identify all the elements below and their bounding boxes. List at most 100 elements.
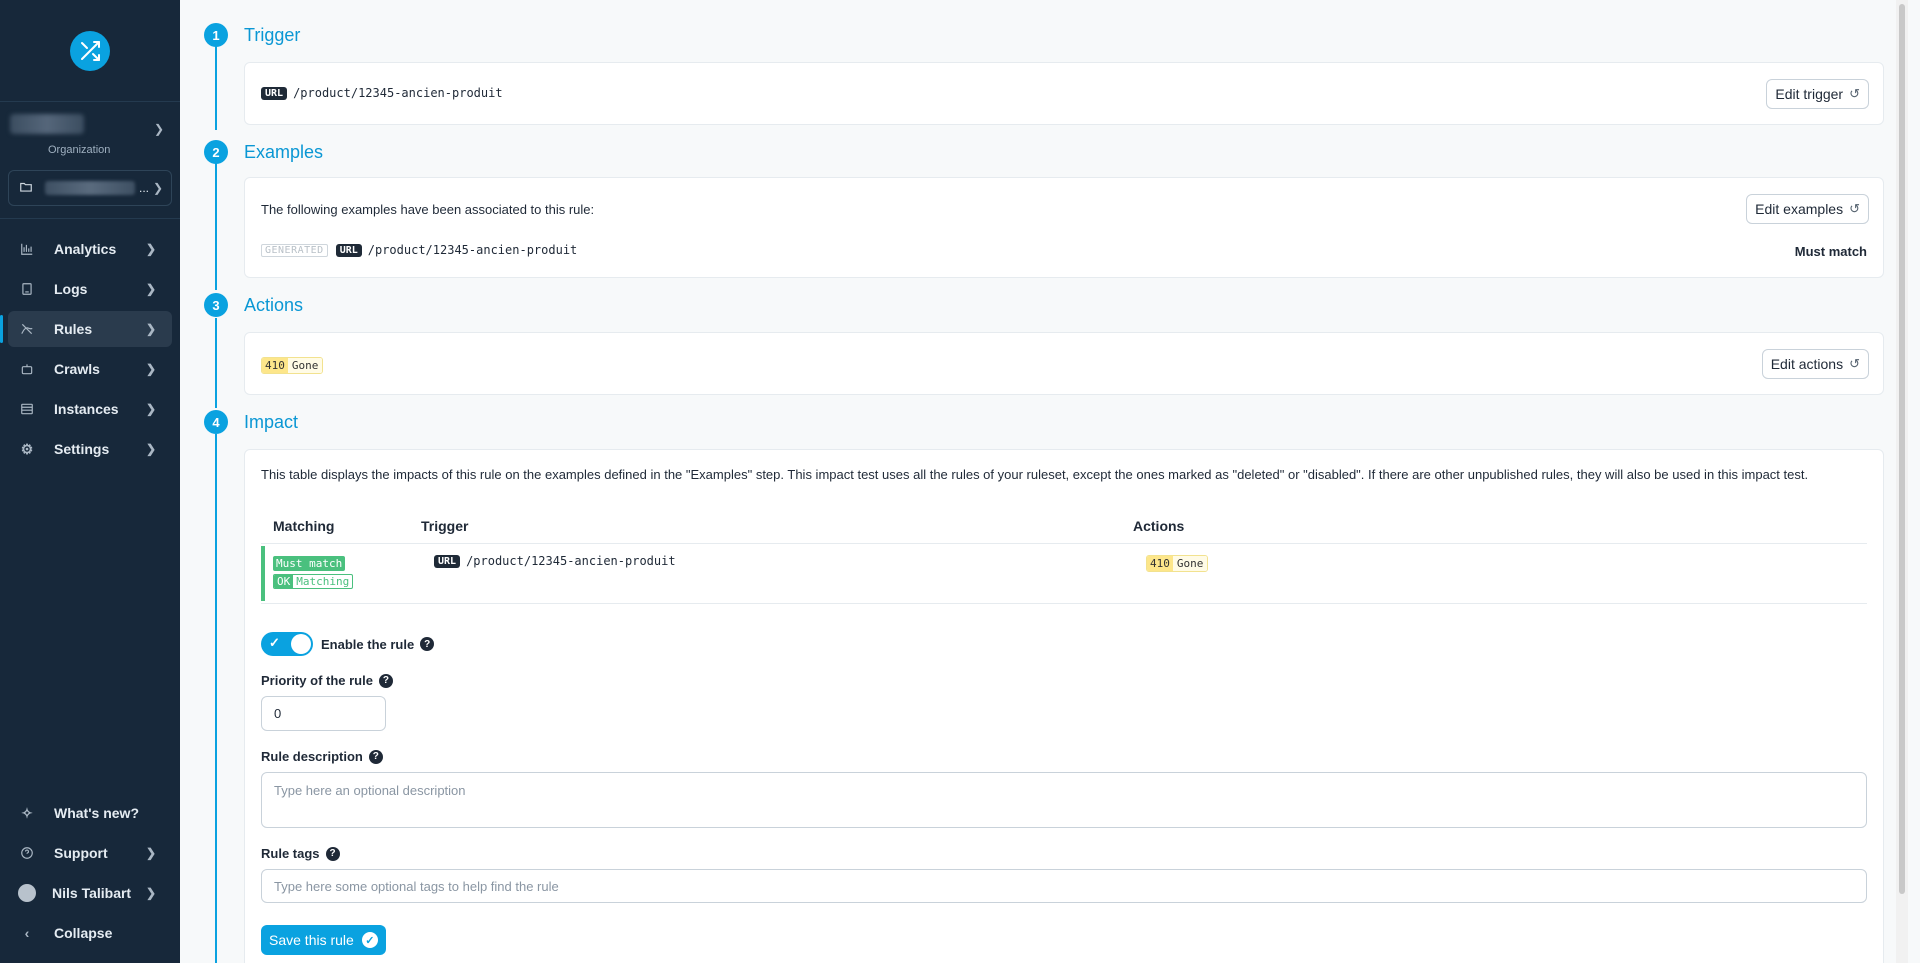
enable-rule-toggle[interactable]: ✓ xyxy=(261,632,313,656)
edit-trigger-button[interactable]: Edit trigger ↺ xyxy=(1766,79,1869,109)
scrollbar-thumb[interactable] xyxy=(1899,4,1905,894)
status-code: 410 xyxy=(262,358,288,373)
label-text: Rule description xyxy=(261,749,363,764)
nav-label: What's new? xyxy=(54,805,139,821)
step-title: Examples xyxy=(244,141,324,162)
help-icon[interactable]: ? xyxy=(368,749,383,764)
nav-item-user[interactable]: Nils Talibart ❯ xyxy=(8,875,172,911)
nav-item-analytics[interactable]: Analytics ❯ xyxy=(8,231,172,267)
tags-input[interactable]: Type here some optional tags to help fin… xyxy=(261,869,1867,903)
step-title: Trigger xyxy=(244,24,301,45)
check-icon: ✓ xyxy=(269,635,280,650)
edit-examples-button[interactable]: Edit examples ↺ xyxy=(1746,194,1869,224)
chevron-left-icon: ‹ xyxy=(24,925,30,941)
ok-label: OK xyxy=(274,575,294,588)
step-number: 2 xyxy=(204,140,228,164)
priority-value: 0 xyxy=(274,706,282,721)
check-circle-icon: ✓ xyxy=(361,932,378,948)
button-label: Edit actions xyxy=(1770,356,1844,372)
history-icon: ↺ xyxy=(1849,86,1860,101)
nav-item-instances[interactable]: Instances ❯ xyxy=(8,391,172,427)
step-number: 4 xyxy=(204,410,228,434)
main-content: 1 Trigger URL /product/12345-ancien-prod… xyxy=(180,0,1908,963)
chevron-right-icon: ❯ xyxy=(145,402,156,416)
nav-item-logs[interactable]: Logs ❯ xyxy=(8,271,172,307)
edit-actions-button[interactable]: Edit actions ↺ xyxy=(1761,349,1869,379)
status-text: Gone xyxy=(287,358,323,373)
nav-label: Settings xyxy=(54,441,110,457)
save-area: Save this rule ✓ xyxy=(261,925,386,955)
matching-label: Matching xyxy=(296,575,350,588)
url-tag: URL xyxy=(335,243,362,257)
label-text: Rule tags xyxy=(261,846,320,861)
status-code: 410 xyxy=(1147,556,1173,571)
logo-area xyxy=(0,0,180,102)
shuffle-logo-icon[interactable] xyxy=(70,30,110,71)
save-rule-button[interactable]: Save this rule ✓ xyxy=(261,925,386,955)
nav-item-rules[interactable]: Rules ❯ xyxy=(0,311,172,347)
row-trigger-path: /product/12345-ancien-produit xyxy=(466,554,676,568)
impact-description: This table displays the impacts of this … xyxy=(261,467,1809,482)
project-switcher[interactable]: ... ❯ xyxy=(8,170,172,206)
history-icon: ↺ xyxy=(1849,356,1860,371)
sidebar-bottom-nav: ✧ What's new? Support ❯ Nils Talibart ❯ … xyxy=(0,791,180,955)
priority-label: Priority of the rule ? xyxy=(261,673,393,688)
step-connector xyxy=(215,318,217,408)
nav-item-whats-new[interactable]: ✧ What's new? xyxy=(8,795,172,831)
step-number: 1 xyxy=(204,23,228,47)
placeholder: Type here an optional description xyxy=(274,783,466,798)
rules-icon xyxy=(18,322,36,336)
chevron-right-icon: ❯ xyxy=(145,242,156,256)
nav-label: Instances xyxy=(54,401,119,417)
nav-label: Crawls xyxy=(54,361,100,377)
project-ellipsis: ... xyxy=(139,181,150,195)
toggle-knob xyxy=(291,634,311,654)
column-header-trigger: Trigger xyxy=(421,517,469,534)
organization-name-redacted xyxy=(10,114,84,134)
table-row: Must match OK Matching URL /product/1234… xyxy=(261,544,1867,604)
nav-item-support[interactable]: Support ❯ xyxy=(8,835,172,871)
scrollbar[interactable] xyxy=(1896,0,1908,963)
nav-item-crawls[interactable]: Crawls ❯ xyxy=(8,351,172,387)
chevron-right-icon: ❯ xyxy=(153,122,164,136)
help-icon[interactable]: ? xyxy=(325,846,340,861)
step-examples-header: 2 Examples xyxy=(204,140,323,164)
sparkles-icon: ✧ xyxy=(21,804,33,821)
must-match-tag: Must match xyxy=(273,556,346,571)
url-tag: URL xyxy=(261,86,288,100)
project-name-redacted xyxy=(45,181,135,195)
folder-icon xyxy=(19,180,33,197)
organization-label: Organization xyxy=(48,144,111,156)
nav-label: Collapse xyxy=(54,925,113,941)
history-icon: ↺ xyxy=(1849,201,1860,216)
impact-card: This table displays the impacts of this … xyxy=(244,449,1884,963)
actions-card: 410 Gone Edit actions ↺ xyxy=(244,332,1884,395)
nav-label: Support xyxy=(54,845,108,861)
nav-item-collapse[interactable]: ‹ Collapse xyxy=(8,915,172,951)
label-text: Enable the rule xyxy=(321,636,415,652)
priority-input[interactable]: 0 xyxy=(261,696,386,731)
status-text: Gone xyxy=(1172,556,1208,571)
chevron-right-icon: ❯ xyxy=(145,886,156,900)
column-header-matching: Matching xyxy=(273,517,335,534)
button-label: Edit examples xyxy=(1755,201,1844,217)
nav-item-settings[interactable]: ⚙ Settings ❯ xyxy=(8,431,172,467)
impact-table: Matching Trigger Actions Must match OK M… xyxy=(261,508,1867,604)
example-path: /product/12345-ancien-produit xyxy=(367,243,578,257)
description-textarea[interactable]: Type here an optional description xyxy=(261,772,1867,828)
chevron-right-icon: ❯ xyxy=(145,282,156,296)
button-label: Save this rule xyxy=(269,932,354,948)
gear-icon: ⚙ xyxy=(20,440,34,457)
step-connector xyxy=(215,162,217,290)
help-icon[interactable]: ? xyxy=(420,637,435,651)
generated-tag: GENERATED xyxy=(261,243,328,257)
chevron-right-icon: ❯ xyxy=(145,362,156,376)
avatar xyxy=(18,884,36,902)
match-requirement: Must match xyxy=(1794,244,1867,259)
step-impact-header: 4 Impact xyxy=(204,410,298,434)
column-header-actions: Actions xyxy=(1133,517,1185,534)
help-icon[interactable]: ? xyxy=(378,673,393,688)
table-header: Matching Trigger Actions xyxy=(261,508,1867,544)
enable-rule-label: Enable the rule ? xyxy=(321,636,435,652)
organization-switcher[interactable]: Organization ❯ xyxy=(0,102,180,164)
